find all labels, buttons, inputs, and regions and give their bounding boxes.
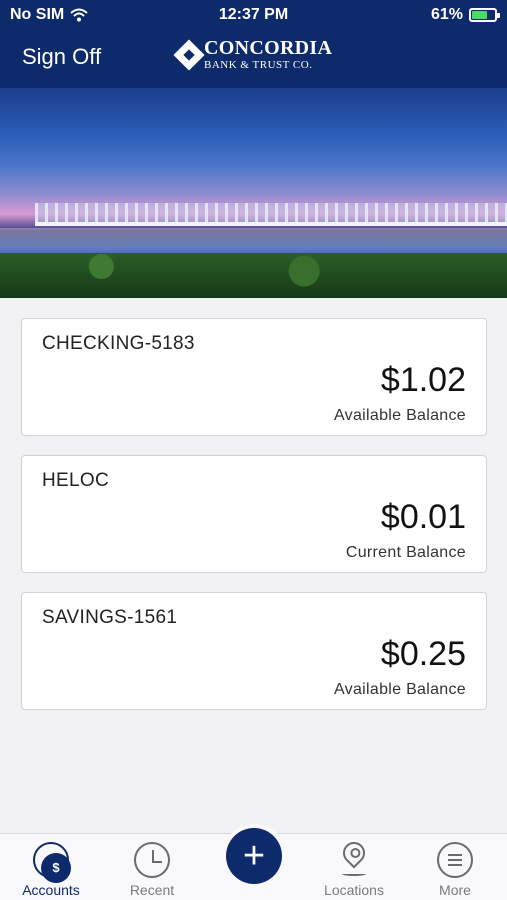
account-balance: $1.02 bbox=[380, 361, 466, 399]
add-button[interactable]: + bbox=[226, 828, 282, 884]
tab-label: More bbox=[439, 882, 471, 898]
app-header: Sign Off CONCORDIA BANK & TRUST CO. bbox=[0, 30, 507, 88]
account-card-checking[interactable]: CHECKING-5183 $1.02 Available Balance bbox=[21, 318, 487, 436]
hero-banner-image bbox=[0, 88, 507, 298]
clock-icon bbox=[134, 842, 170, 878]
tab-recent[interactable]: Recent bbox=[102, 834, 202, 900]
tab-label: Accounts bbox=[22, 882, 80, 898]
logo-diamond-icon bbox=[173, 38, 205, 71]
logo-main-text: CONCORDIA bbox=[204, 37, 333, 59]
tab-locations[interactable]: Locations bbox=[304, 834, 404, 900]
logo-sub-text: BANK & TRUST CO. bbox=[204, 59, 313, 71]
dollar-icon: $ bbox=[41, 853, 71, 883]
balance-label: Current Balance bbox=[345, 544, 466, 561]
hero-bridge-deck bbox=[35, 222, 507, 226]
menu-icon bbox=[437, 842, 473, 878]
account-name: CHECKING-5183 bbox=[42, 333, 195, 354]
tab-accounts[interactable]: $ Accounts bbox=[1, 834, 101, 900]
account-card-heloc[interactable]: HELOC $0.01 Current Balance bbox=[21, 455, 487, 573]
balance-label: Available Balance bbox=[333, 681, 466, 698]
account-name: SAVINGS-1561 bbox=[42, 607, 178, 628]
battery-level bbox=[472, 11, 487, 19]
tab-label: Recent bbox=[129, 882, 175, 898]
clock-hand bbox=[152, 861, 162, 863]
status-bar: No SIM 12:37 PM 61% bbox=[0, 0, 507, 30]
location-pin-icon bbox=[338, 837, 370, 869]
tab-label: Locations bbox=[324, 882, 384, 898]
menu-lines bbox=[448, 854, 462, 866]
location-pin-base bbox=[342, 872, 366, 876]
tab-more[interactable]: More bbox=[405, 834, 505, 900]
status-right: 61% bbox=[430, 6, 500, 24]
accounts-icon: $ bbox=[33, 842, 71, 883]
sign-off-button[interactable]: Sign Off bbox=[22, 44, 101, 70]
account-balance: $0.01 bbox=[380, 498, 466, 536]
balance-label: Available Balance bbox=[333, 407, 466, 424]
tab-bar: $ Accounts Recent + Locations More bbox=[0, 828, 507, 900]
account-card-savings[interactable]: SAVINGS-1561 $0.25 Available Balance bbox=[21, 592, 487, 710]
bank-logo: CONCORDIA BANK & TRUST CO. bbox=[173, 38, 332, 71]
account-list: CHECKING-5183 $1.02 Available Balance HE… bbox=[21, 318, 487, 729]
account-name: HELOC bbox=[42, 470, 109, 491]
battery-percent: 61% bbox=[430, 6, 463, 23]
account-balance: $0.25 bbox=[380, 635, 466, 673]
battery-icon bbox=[469, 8, 500, 22]
hero-foliage bbox=[0, 253, 507, 298]
hero-bridge bbox=[35, 203, 507, 223]
logo-text: CONCORDIA BANK & TRUST CO. bbox=[204, 38, 332, 71]
